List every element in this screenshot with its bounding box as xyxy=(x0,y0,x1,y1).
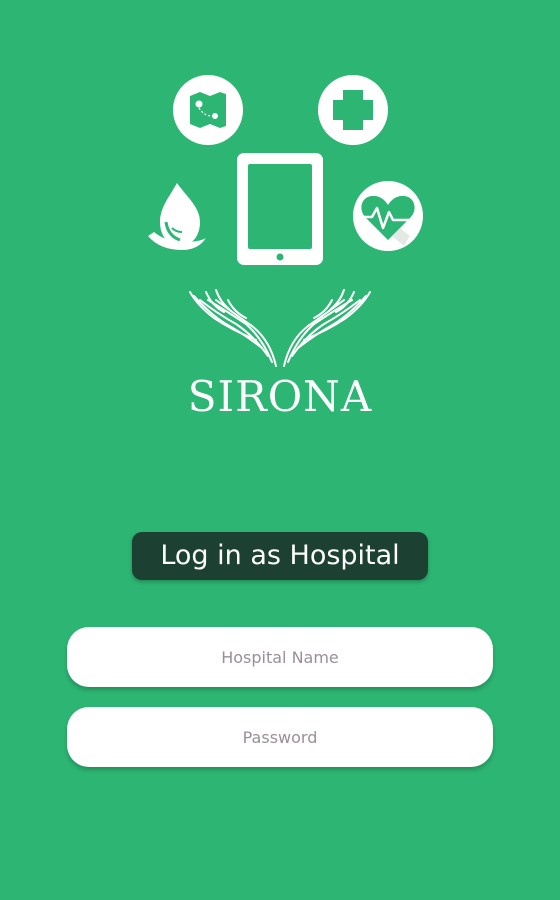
password-input[interactable] xyxy=(67,707,493,767)
caring-hands-icon xyxy=(189,289,371,367)
hospital-name-field[interactable] xyxy=(67,627,493,687)
login-screen: SIRONA Log in as Hospital xyxy=(0,0,560,900)
tablet-icon xyxy=(237,153,323,265)
login-title: Log in as Hospital xyxy=(132,532,428,580)
map-icon xyxy=(173,75,243,145)
water-drop-hand-icon xyxy=(148,183,206,250)
password-field[interactable] xyxy=(67,707,493,767)
brand-name: SIRONA xyxy=(187,372,373,421)
hospital-name-input[interactable] xyxy=(67,627,493,687)
heartbeat-icon xyxy=(353,181,423,251)
medical-cross-icon xyxy=(318,75,388,145)
